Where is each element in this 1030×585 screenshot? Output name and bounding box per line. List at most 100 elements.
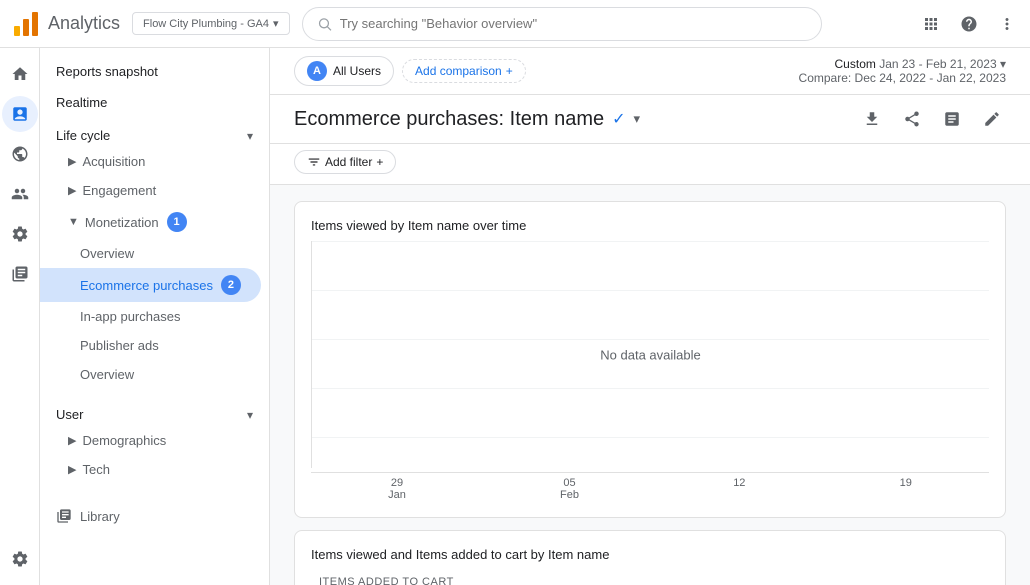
topbar: Analytics Flow City Plumbing - GA4 ▾ <box>0 0 1030 48</box>
demographics-expand-icon: ▶ <box>68 434 76 447</box>
analytics-logo-icon <box>12 10 40 38</box>
table-header-row: ITEMS ADDED TO CART <box>311 570 989 585</box>
engagement-expand-icon: ▶ <box>68 184 76 197</box>
help-icon[interactable] <box>958 13 980 35</box>
library-icon <box>56 508 72 524</box>
dropdown-arrow: ▾ <box>273 17 279 30</box>
annotation-badge-1: 1 <box>167 212 187 232</box>
lifecycle-label: Life cycle <box>56 128 110 143</box>
no-data-label: No data available <box>600 347 700 362</box>
main-layout: Reports snapshot Realtime Life cycle ▾ ▶… <box>0 48 1030 585</box>
all-users-chip[interactable]: A All Users <box>294 56 394 86</box>
settings-icon-btn[interactable] <box>2 541 38 577</box>
sidebar-item-realtime[interactable]: Realtime <box>40 87 261 118</box>
add-icon: + <box>506 64 513 78</box>
verified-icon: ✓ <box>612 109 625 129</box>
reports-icon-btn[interactable] <box>2 96 38 132</box>
date-custom-label: Custom <box>835 57 876 71</box>
sidebar-label-acquisition: Acquisition <box>82 154 145 169</box>
logo-area: Analytics <box>12 10 120 38</box>
sidebar-item-in-app-purchases[interactable]: In-app purchases <box>40 302 261 331</box>
filter-bar: Add filter + <box>270 144 1030 185</box>
page-title-area: Ecommerce purchases: Item name ✓ ▾ <box>294 108 640 131</box>
chart-card-2: Items viewed and Items added to cart by … <box>294 530 1006 585</box>
sidebar-item-engagement[interactable]: ▶ Engagement <box>40 176 261 205</box>
search-input[interactable] <box>340 16 807 31</box>
date-range-value: Jan 23 - Feb 21, 2023 <box>879 57 996 71</box>
sidebar-item-reports-snapshot[interactable]: Reports snapshot <box>40 56 261 87</box>
segment-a-icon: A <box>307 61 327 81</box>
sidebar-item-publisher-ads[interactable]: Publisher ads <box>40 331 261 360</box>
table-header-items-added: ITEMS ADDED TO CART <box>311 576 462 585</box>
sidebar-label-demographics: Demographics <box>82 433 166 448</box>
advertising-icon-btn[interactable] <box>2 176 38 212</box>
sidebar-label-overview: Overview <box>80 246 134 261</box>
explore-icon-btn[interactable] <box>2 136 38 172</box>
topbar-actions <box>920 13 1018 35</box>
icon-sidebar <box>0 48 40 585</box>
sidebar-item-overview[interactable]: Overview <box>40 239 261 268</box>
nav-sidebar: Reports snapshot Realtime Life cycle ▾ ▶… <box>40 48 270 585</box>
x-label-05: 05 Feb <box>560 477 579 501</box>
data-icon-btn[interactable] <box>2 256 38 292</box>
sidebar-label-monetization: Monetization <box>85 215 159 230</box>
insights-icon-btn[interactable] <box>938 105 966 133</box>
app-title: Analytics <box>48 13 120 34</box>
sidebar-label-ecommerce-purchases: Ecommerce purchases <box>80 278 213 293</box>
x-label-29: 29 Jan <box>388 477 406 501</box>
content-title-bar: Ecommerce purchases: Item name ✓ ▾ <box>270 95 1030 144</box>
more-icon[interactable] <box>996 13 1018 35</box>
user-section-chevron-icon: ▾ <box>247 408 253 422</box>
sidebar-label-reports-snapshot: Reports snapshot <box>56 64 158 79</box>
share-icon-btn[interactable] <box>898 105 926 133</box>
sidebar-item-library[interactable]: Library <box>40 500 269 532</box>
add-filter-label: Add filter <box>325 155 372 169</box>
sidebar-item-ecommerce-purchases[interactable]: Ecommerce purchases 2 <box>40 268 261 302</box>
sidebar-label-tech: Tech <box>82 462 109 477</box>
user-section-header[interactable]: User ▾ <box>40 397 269 426</box>
edit-icon-btn[interactable] <box>978 105 1006 133</box>
configure-icon-btn[interactable] <box>2 216 38 252</box>
date-range-display[interactable]: Custom Jan 23 - Feb 21, 2023 ▾ Compare: … <box>799 57 1006 85</box>
filter-icon <box>307 155 321 169</box>
property-selector[interactable]: Flow City Plumbing - GA4 ▾ <box>132 12 289 35</box>
lifecycle-chevron-icon: ▾ <box>247 129 253 143</box>
sidebar-item-monetization[interactable]: ▼ Monetization 1 <box>40 205 261 239</box>
add-comparison-btn[interactable]: Add comparison + <box>402 59 526 83</box>
export-icon-btn[interactable] <box>858 105 886 133</box>
title-actions <box>858 105 1006 133</box>
annotation-badge-2: 2 <box>221 275 241 295</box>
add-filter-btn[interactable]: Add filter + <box>294 150 396 174</box>
home-icon-btn[interactable] <box>2 56 38 92</box>
sidebar-label-engagement: Engagement <box>82 183 156 198</box>
chart-title-1: Items viewed by Item name over time <box>311 218 989 233</box>
chart-area: Items viewed by Item name over time No d… <box>270 185 1030 585</box>
x-label-12: 12 <box>733 477 745 501</box>
sidebar-item-tech[interactable]: ▶ Tech <box>40 455 261 484</box>
date-dropdown-icon: ▾ <box>1000 57 1006 71</box>
sidebar-label-realtime: Realtime <box>56 95 107 110</box>
search-icon <box>317 16 332 32</box>
chart-title-2: Items viewed and Items added to cart by … <box>311 547 989 562</box>
sidebar-item-acquisition[interactable]: ▶ Acquisition <box>40 147 261 176</box>
monetization-expand-icon: ▼ <box>68 216 79 228</box>
content-header: A All Users Add comparison + Custom Jan … <box>270 48 1030 95</box>
property-name: Flow City Plumbing - GA4 <box>143 18 269 30</box>
acquisition-expand-icon: ▶ <box>68 155 76 168</box>
segment-bar: A All Users Add comparison + <box>294 56 526 86</box>
search-bar[interactable] <box>302 7 822 41</box>
x-label-19: 19 <box>900 477 912 501</box>
sidebar-item-demographics[interactable]: ▶ Demographics <box>40 426 261 455</box>
library-label: Library <box>80 509 120 524</box>
user-section-label: User <box>56 407 83 422</box>
tech-expand-icon: ▶ <box>68 463 76 476</box>
title-dropdown-icon[interactable]: ▾ <box>634 111 641 127</box>
apps-icon[interactable] <box>920 13 942 35</box>
content-area: A All Users Add comparison + Custom Jan … <box>270 48 1030 585</box>
lifecycle-section-header[interactable]: Life cycle ▾ <box>40 118 269 147</box>
sidebar-label-publisher-ads: Publisher ads <box>80 338 159 353</box>
chart-card-1: Items viewed by Item name over time No d… <box>294 201 1006 518</box>
sidebar-item-overview2[interactable]: Overview <box>40 360 261 389</box>
sidebar-label-overview2: Overview <box>80 367 134 382</box>
chart-inner-1: No data available 29 Jan 05 Feb <box>311 241 989 501</box>
